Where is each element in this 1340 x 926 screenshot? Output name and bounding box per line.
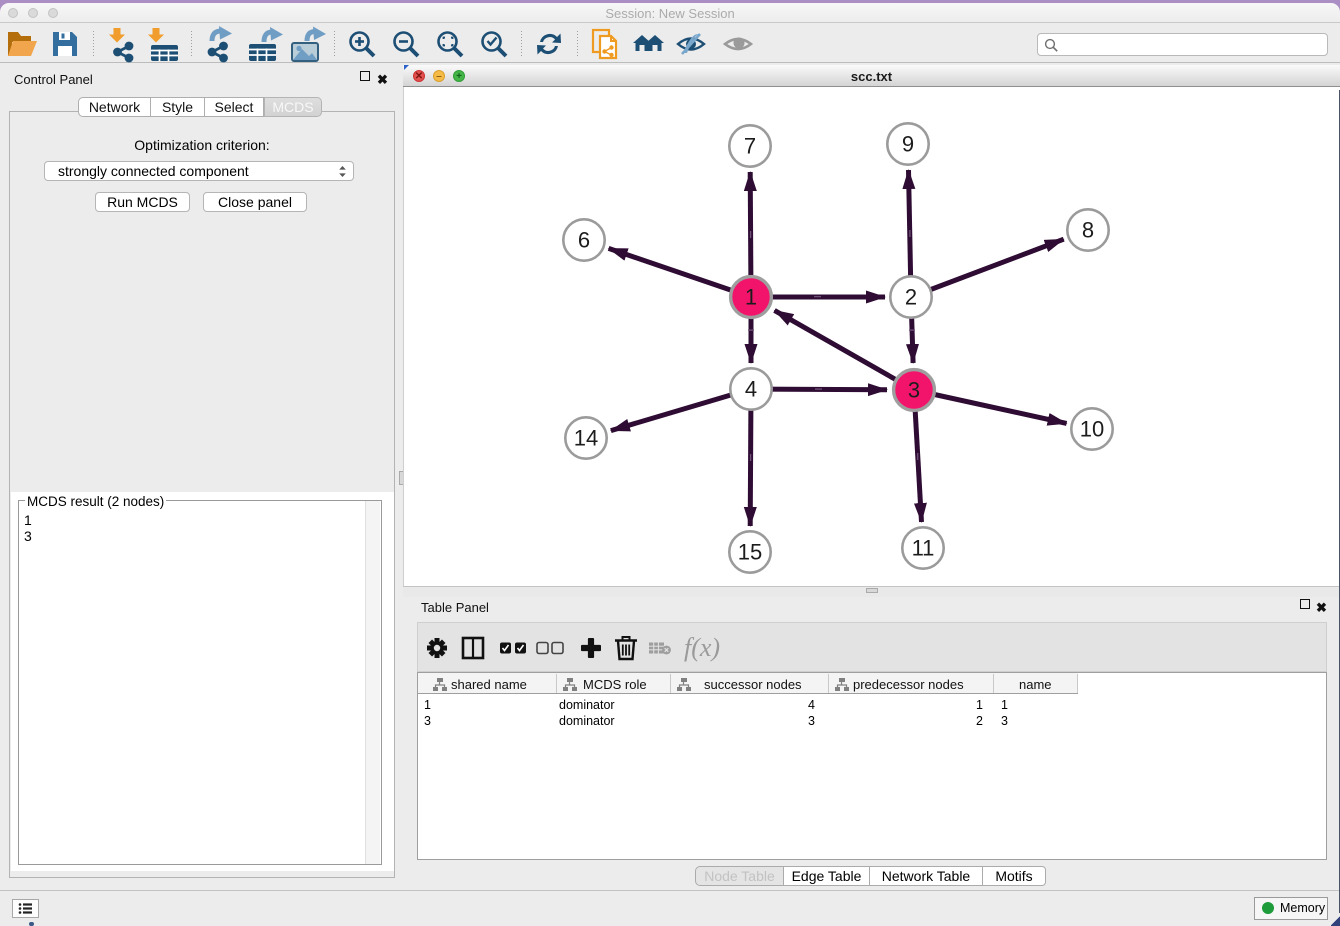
svg-text:14: 14	[574, 426, 598, 451]
svg-text:7: 7	[744, 134, 756, 159]
svg-text:6: 6	[578, 228, 590, 253]
svg-text:2: 2	[905, 285, 917, 310]
svg-text:4: 4	[745, 377, 757, 402]
svg-text:10: 10	[1080, 417, 1104, 442]
svg-text:f(x): f(x)	[684, 633, 720, 662]
svg-text:3: 3	[908, 378, 920, 403]
svg-text:1: 1	[745, 285, 757, 310]
svg-text:11: 11	[912, 536, 935, 561]
svg-text:8: 8	[1082, 218, 1094, 243]
svg-text:9: 9	[902, 132, 914, 157]
svg-text:15: 15	[738, 540, 762, 565]
